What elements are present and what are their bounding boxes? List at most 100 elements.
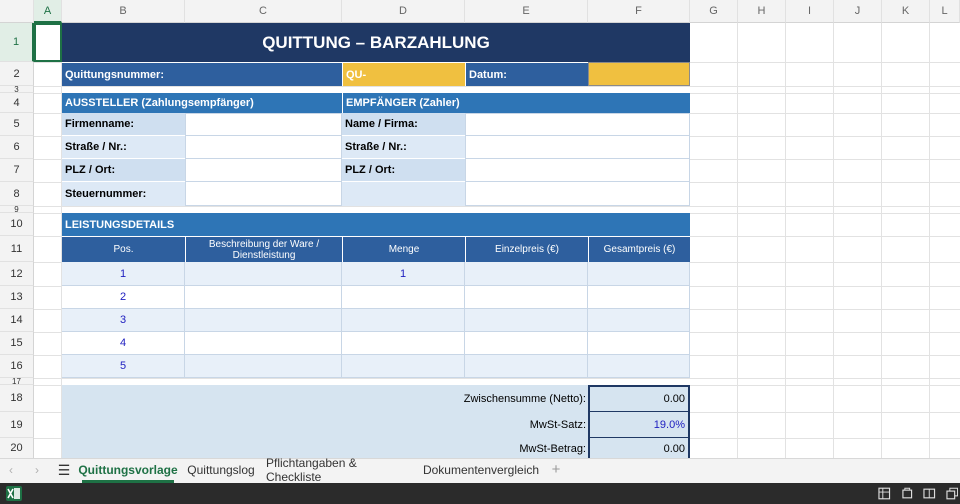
details-col-unit-price: Einzelpreis (€) <box>465 236 588 262</box>
recipient-street-input[interactable] <box>465 136 690 159</box>
column-header-j[interactable]: J <box>834 0 882 23</box>
item-total-price[interactable] <box>588 262 690 286</box>
column-header-l[interactable]: L <box>930 0 960 23</box>
column-header-h[interactable]: H <box>738 0 786 23</box>
sheet-tab-dokumentenvergleich[interactable]: Dokumentenvergleich <box>422 459 540 480</box>
item-desc[interactable] <box>185 332 342 355</box>
column-header-f[interactable]: F <box>588 0 690 23</box>
item-desc[interactable] <box>185 355 342 378</box>
row-header-14[interactable]: 14 <box>0 309 34 332</box>
item-unit-price[interactable] <box>465 309 588 332</box>
row-header-13[interactable]: 13 <box>0 286 34 309</box>
recipient-extra-input[interactable] <box>465 182 690 206</box>
row-header-12[interactable]: 12 <box>0 262 34 286</box>
row-header-16[interactable]: 16 <box>0 355 34 378</box>
item-qty[interactable] <box>342 286 465 309</box>
issuer-company-label: Firmenname: <box>62 113 185 136</box>
issuer-company-input[interactable] <box>185 113 342 136</box>
row-header-1[interactable]: 1 <box>0 23 34 62</box>
details-col-desc: Beschreibung der Ware / Dienstleistung <box>185 236 342 262</box>
issuer-street-input[interactable] <box>185 136 342 159</box>
receipt-title: QUITTUNG – BARZAHLUNG <box>62 23 690 62</box>
receipt-number-input[interactable]: QU- <box>342 62 465 86</box>
column-header-d[interactable]: D <box>342 0 465 23</box>
add-sheet-icon[interactable]: + <box>546 459 566 480</box>
item-unit-price[interactable] <box>465 355 588 378</box>
sheet-tab-quittungsvorlage[interactable]: Quittungsvorlage <box>78 459 178 483</box>
layout-icon[interactable] <box>923 487 936 500</box>
nav-next-icon[interactable]: › <box>28 460 46 480</box>
item-total-price[interactable] <box>588 309 690 332</box>
date-input[interactable] <box>588 62 690 86</box>
item-total-price[interactable] <box>588 355 690 378</box>
row-header-5[interactable]: 5 <box>0 113 34 136</box>
column-header-i[interactable]: I <box>786 0 834 23</box>
recipient-city-label: PLZ / Ort: <box>342 159 465 182</box>
receipt-number-label: Quittungsnummer: <box>62 62 342 86</box>
item-total-price[interactable] <box>588 332 690 355</box>
item-pos[interactable]: 2 <box>62 286 185 309</box>
column-header-e[interactable]: E <box>465 0 588 23</box>
column-header-a[interactable]: A <box>34 0 62 23</box>
status-icons[interactable] <box>878 487 958 500</box>
item-qty[interactable] <box>342 355 465 378</box>
item-unit-price[interactable] <box>465 262 588 286</box>
item-total-price[interactable] <box>588 286 690 309</box>
recipient-street-label: Straße / Nr.: <box>342 136 465 159</box>
row-header-18[interactable]: 18 <box>0 385 34 412</box>
subtotal-label: Zwischensumme (Netto): <box>463 392 586 405</box>
issuer-city-input[interactable] <box>185 159 342 182</box>
item-unit-price[interactable] <box>465 332 588 355</box>
item-desc[interactable] <box>185 262 342 286</box>
issuer-taxid-input[interactable] <box>185 182 342 206</box>
column-header-g[interactable]: G <box>690 0 738 23</box>
details-header: LEISTUNGSDETAILS <box>62 213 690 236</box>
recipient-name-input[interactable] <box>465 113 690 136</box>
row-header-6[interactable]: 6 <box>0 136 34 159</box>
sheet-view-icon[interactable] <box>878 487 891 500</box>
row-header-10[interactable]: 10 <box>0 213 34 236</box>
item-pos[interactable]: 1 <box>62 262 185 286</box>
nav-prev-icon[interactable]: ‹ <box>2 460 20 480</box>
details-col-total-price: Gesamtpreis (€) <box>588 236 690 262</box>
item-desc[interactable] <box>185 309 342 332</box>
menu-icon[interactable]: ☰ <box>54 460 74 480</box>
item-qty[interactable] <box>342 309 465 332</box>
row-header-9[interactable]: 9 <box>0 205 34 214</box>
issuer-street-label: Straße / Nr.: <box>62 136 185 159</box>
row-header-17[interactable]: 17 <box>0 377 34 386</box>
restore-icon[interactable] <box>945 487 959 500</box>
row-header-11[interactable]: 11 <box>0 236 34 262</box>
column-header-b[interactable]: B <box>62 0 185 23</box>
sheet-tab-pflichtangaben[interactable]: Pflichtangaben & Checkliste <box>266 456 412 484</box>
row-header-15[interactable]: 15 <box>0 332 34 355</box>
column-header-c[interactable]: C <box>185 0 342 23</box>
row-header-20[interactable]: 20 <box>0 438 34 459</box>
row-header-4[interactable]: 4 <box>0 93 34 113</box>
issuer-taxid-label: Steuernummer: <box>62 182 185 206</box>
row-header-2[interactable]: 2 <box>0 62 34 86</box>
sheet-tab-quittungslog[interactable]: Quittungslog <box>182 459 260 480</box>
column-header-k[interactable]: K <box>882 0 930 23</box>
item-qty[interactable] <box>342 332 465 355</box>
row-header-19[interactable]: 19 <box>0 412 34 438</box>
item-pos[interactable]: 5 <box>62 355 185 378</box>
item-pos[interactable]: 4 <box>62 332 185 355</box>
accessibility-icon[interactable] <box>901 487 914 500</box>
item-desc[interactable] <box>185 286 342 309</box>
item-qty[interactable]: 1 <box>342 262 465 286</box>
recipient-city-input[interactable] <box>465 159 690 182</box>
row-header-7[interactable]: 7 <box>0 159 34 182</box>
excel-icon[interactable] <box>6 486 22 501</box>
subtotal-value[interactable]: 0.00 <box>588 385 690 412</box>
row-header-3[interactable]: 3 <box>0 85 34 94</box>
item-unit-price[interactable] <box>465 286 588 309</box>
details-col-pos: Pos. <box>62 236 185 262</box>
vat-rate-value[interactable]: 19.0% <box>588 412 690 438</box>
vat-amount-value[interactable]: 0.00 <box>588 438 690 459</box>
select-all-corner[interactable] <box>0 0 34 23</box>
row-header-8[interactable]: 8 <box>0 182 34 206</box>
issuer-header: AUSSTELLER (Zahlungsempfänger) <box>62 93 342 113</box>
item-pos[interactable]: 3 <box>62 309 185 332</box>
active-cell-a1[interactable] <box>34 23 62 62</box>
